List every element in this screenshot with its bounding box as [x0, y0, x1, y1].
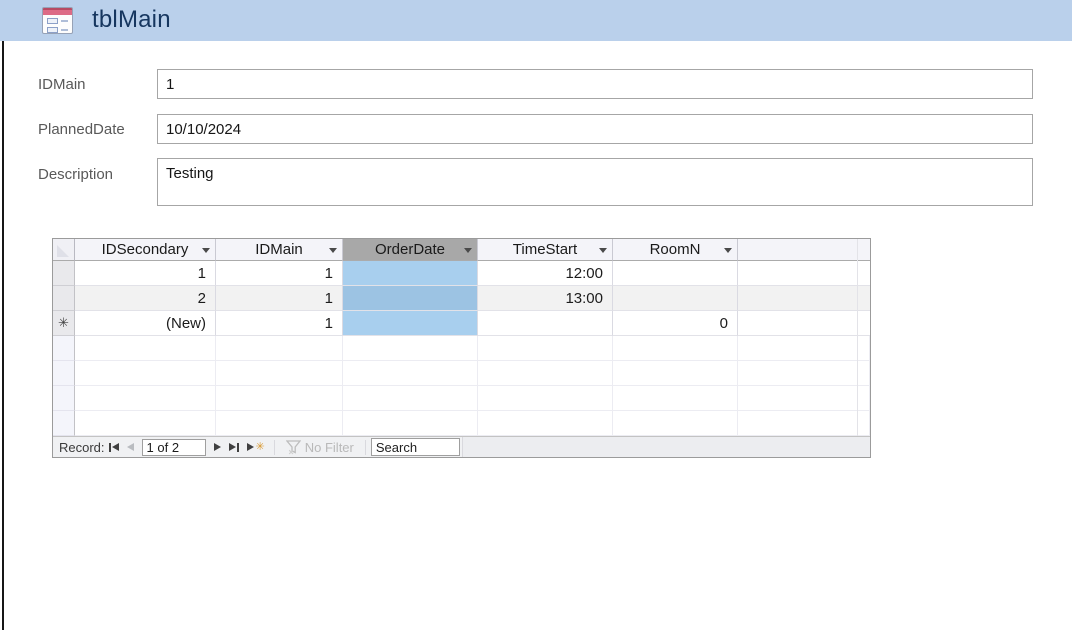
column-header-roomn[interactable]: RoomN	[613, 239, 738, 261]
new-record-button[interactable]: ✳	[243, 439, 269, 456]
row-selector[interactable]	[53, 286, 75, 311]
form-title-bar: tblMain	[0, 0, 1072, 41]
cell-idsecondary[interactable]: 1	[75, 261, 216, 286]
column-header-idmain[interactable]: IDMain	[216, 239, 343, 261]
column-header-timestart[interactable]: TimeStart	[478, 239, 613, 261]
new-record-selector[interactable]: ✳	[53, 311, 75, 336]
next-record-button[interactable]	[210, 439, 225, 456]
table-row-new-record: ✳ (New) 1 0	[53, 311, 870, 336]
horizontal-scrollbar-track[interactable]	[461, 437, 870, 457]
column-header-orderdate[interactable]: OrderDate	[343, 239, 478, 261]
access-form-window: tblMain IDMain PlannedDate Description T…	[0, 0, 1072, 630]
cell-roomn[interactable]: 0	[613, 311, 738, 336]
cell-orderdate-selected[interactable]	[343, 311, 478, 336]
record-label: Record:	[59, 439, 105, 455]
idmain-label: IDMain	[38, 76, 86, 93]
table-row: 2 1 13:00	[53, 286, 870, 311]
chevron-down-icon[interactable]	[724, 247, 732, 253]
datasheet-header-row: IDSecondary IDMain OrderDate TimeStart R…	[53, 239, 870, 261]
cell-idmain[interactable]: 1	[216, 286, 343, 311]
previous-record-button[interactable]	[123, 439, 138, 456]
row-selector[interactable]	[53, 261, 75, 286]
datasheet-grid: IDSecondary IDMain OrderDate TimeStart R…	[53, 239, 870, 436]
cell-idsecondary[interactable]: (New)	[75, 311, 216, 336]
empty-row	[53, 386, 870, 411]
record-navigator: Record: ✳ No Filter	[53, 436, 870, 457]
empty-row	[53, 361, 870, 386]
chevron-down-icon[interactable]	[464, 247, 472, 253]
cell-timestart[interactable]: 12:00	[478, 261, 613, 286]
cell-idmain[interactable]: 1	[216, 261, 343, 286]
cell-roomn[interactable]	[613, 261, 738, 286]
select-all-corner[interactable]	[53, 239, 75, 261]
table-row: 1 1 12:00	[53, 261, 870, 286]
first-record-button[interactable]	[105, 439, 123, 456]
planneddate-label: PlannedDate	[38, 121, 125, 138]
record-position-box[interactable]	[141, 438, 206, 456]
description-label: Description	[38, 166, 114, 183]
cell-timestart[interactable]	[478, 311, 613, 336]
cell-idmain[interactable]: 1	[216, 311, 343, 336]
cell-idsecondary[interactable]: 2	[75, 286, 216, 311]
cell-orderdate-selected[interactable]	[343, 261, 478, 286]
chevron-down-icon[interactable]	[202, 247, 210, 253]
last-record-button[interactable]	[225, 439, 243, 456]
window-left-border	[2, 41, 4, 630]
subform-datasheet: IDSecondary IDMain OrderDate TimeStart R…	[52, 238, 871, 458]
empty-row	[53, 411, 870, 436]
column-header-idsecondary[interactable]: IDSecondary	[75, 239, 216, 261]
new-record-asterisk-icon: ✳	[58, 315, 69, 330]
filter-funnel-icon	[285, 440, 301, 455]
idmain-field[interactable]	[157, 69, 1033, 99]
form-icon	[42, 7, 73, 34]
vertical-scrollbar-track[interactable]	[857, 239, 858, 436]
header-filler	[738, 239, 870, 261]
corner-triangle-icon	[57, 245, 69, 257]
cell-timestart[interactable]: 13:00	[478, 286, 613, 311]
page-title: tblMain	[92, 6, 171, 33]
no-filter-label: No Filter	[304, 439, 354, 455]
chevron-down-icon[interactable]	[599, 247, 607, 253]
description-field[interactable]: Testing	[157, 158, 1033, 206]
chevron-down-icon[interactable]	[329, 247, 337, 253]
search-input[interactable]	[370, 438, 460, 456]
no-filter-button[interactable]: No Filter	[280, 439, 360, 455]
new-record-star-icon: ✳	[255, 440, 265, 453]
cell-roomn[interactable]	[613, 286, 738, 311]
cell-orderdate-selected[interactable]	[343, 286, 478, 311]
empty-row	[53, 336, 870, 361]
planneddate-field[interactable]	[157, 114, 1033, 144]
